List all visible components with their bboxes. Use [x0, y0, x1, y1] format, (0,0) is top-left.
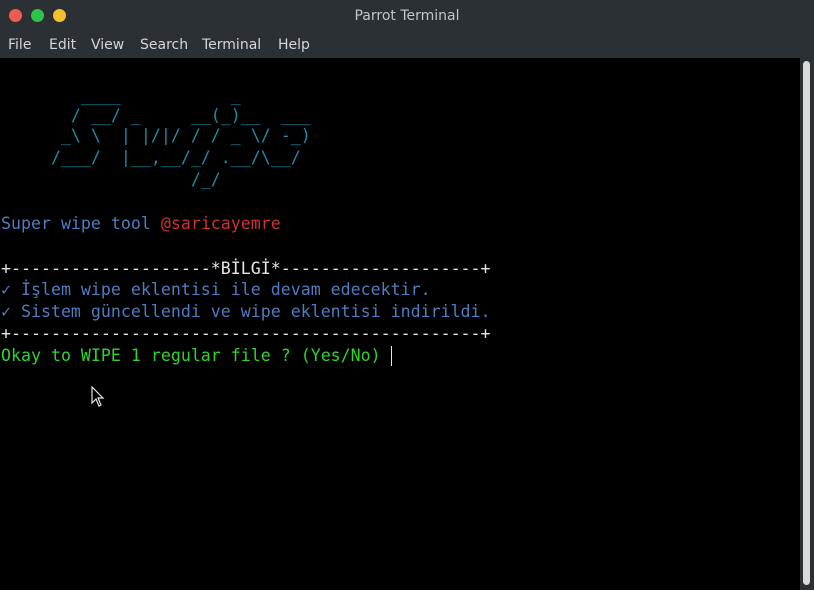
box-top-right: --------------------+ [280, 259, 491, 278]
scrollbar-thumb[interactable] [803, 61, 810, 585]
info-box-bottom: +---------------------------------------… [1, 324, 491, 343]
scrollbar[interactable] [800, 58, 814, 590]
menu-search[interactable]: Search [140, 37, 188, 53]
menu-help[interactable]: Help [278, 37, 310, 53]
box-title: *BİLGİ* [210, 259, 281, 278]
info-box-top: +--------------------*BİLGİ*------------… [1, 259, 491, 279]
menu-terminal[interactable]: Terminal [202, 37, 261, 53]
ascii-art-line: /___/ |__,__/_/ .__/\__/ [1, 148, 301, 167]
menu-view[interactable]: View [91, 37, 124, 53]
tool-banner-line: Super wipe tool @saricayemre [1, 214, 281, 234]
ascii-art-line: / __/ _ __(_)__ ___ [1, 106, 311, 125]
ascii-art-line: ____ _ [1, 86, 241, 105]
mouse-pointer-icon [91, 386, 105, 407]
text-cursor [391, 346, 392, 366]
menu-edit[interactable]: Edit [49, 37, 76, 53]
info-line: ✓ İşlem wipe eklentisi ile devam edecekt… [1, 280, 431, 299]
tool-label: Super wipe tool [1, 214, 151, 233]
tool-handle: @saricayemre [160, 214, 281, 233]
menu-file[interactable]: File [8, 37, 31, 53]
menu-bar: File Edit View Search Terminal Help [0, 32, 814, 58]
ascii-art-line: _\ \ | |/|/ / / _ \/ -_) [1, 126, 311, 145]
info-line: ✓ Sistem güncellendi ve wipe eklentisi i… [1, 302, 491, 321]
confirm-prompt: Okay to WIPE 1 regular file ? (Yes/No) [1, 346, 391, 365]
window-title: Parrot Terminal [354, 8, 460, 24]
ascii-art-line: /_/ [1, 170, 221, 189]
box-top-left: +-------------------- [1, 259, 211, 278]
title-bar: Parrot Terminal [0, 0, 814, 32]
